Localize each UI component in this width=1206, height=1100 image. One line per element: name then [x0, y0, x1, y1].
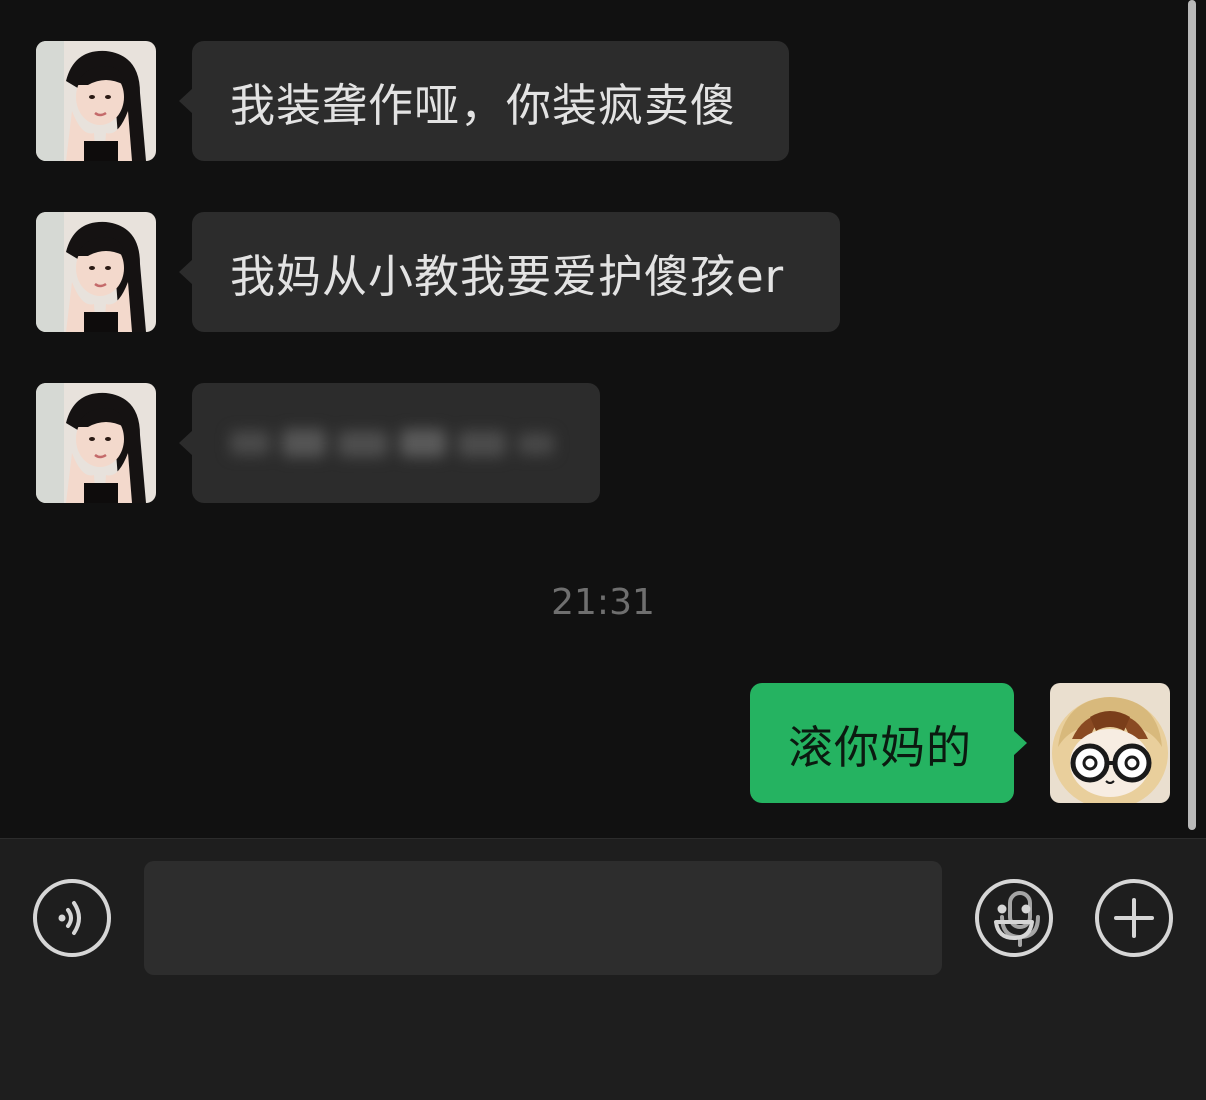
contact-avatar[interactable]	[36, 212, 156, 332]
emoji-button[interactable]	[974, 878, 1054, 958]
message-text: 滚你妈的	[788, 720, 973, 774]
message-bubble-blurred[interactable]	[179, 383, 600, 503]
message-list[interactable]: 我装聋作哑，你装疯卖傻 我妈从小教我要爱护傻孩er 21:31 滚你妈的	[0, 0, 1206, 838]
girl-portrait-icon	[36, 212, 156, 332]
voice-mode-button[interactable]	[32, 878, 112, 958]
input-bar	[0, 838, 1206, 1100]
message-row-outgoing: 滚你妈的	[0, 683, 1206, 803]
more-button[interactable]	[1094, 878, 1174, 958]
voice-mode-icon	[33, 879, 111, 957]
self-avatar[interactable]	[1050, 683, 1170, 803]
message-text: 我装聋作哑，你装疯卖傻	[230, 78, 737, 132]
message-row-incoming	[0, 383, 1206, 503]
plus-icon	[1095, 879, 1173, 957]
message-bubble[interactable]: 滚你妈的	[750, 683, 1027, 803]
message-input[interactable]	[144, 861, 1040, 975]
cartoon-glasses-icon	[1050, 683, 1170, 803]
chat-screen: 我装聋作哑，你装疯卖傻 我妈从小教我要爱护傻孩er 21:31 滚你妈的	[0, 0, 1206, 1100]
blurred-text-placeholder	[230, 429, 554, 457]
girl-portrait-icon	[36, 383, 156, 503]
contact-avatar[interactable]	[36, 383, 156, 503]
message-row-incoming: 我妈从小教我要爱护傻孩er	[0, 212, 1206, 332]
girl-portrait-icon	[36, 41, 156, 161]
message-timestamp: 21:31	[551, 582, 655, 623]
contact-avatar[interactable]	[36, 41, 156, 161]
message-bubble[interactable]: 我装聋作哑，你装疯卖傻	[179, 41, 789, 161]
message-text: 我妈从小教我要爱护傻孩er	[230, 249, 785, 303]
message-row-incoming: 我装聋作哑，你装疯卖傻	[0, 41, 1206, 161]
message-bubble[interactable]: 我妈从小教我要爱护傻孩er	[179, 212, 840, 332]
emoji-icon	[975, 879, 1053, 957]
scrollbar[interactable]	[1188, 0, 1196, 830]
